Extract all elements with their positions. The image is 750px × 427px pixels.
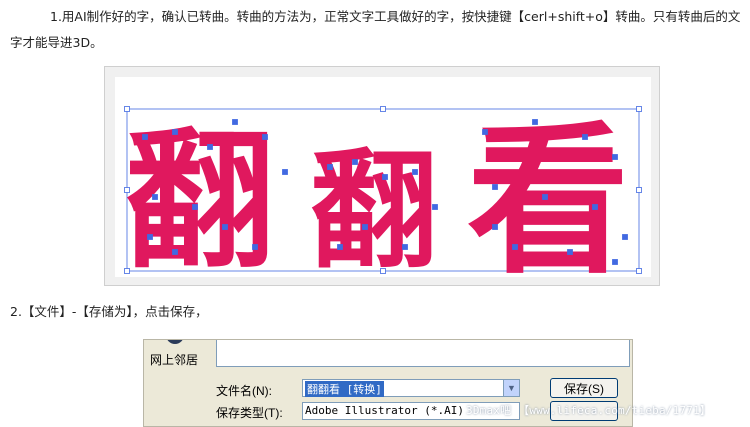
anchor-point: [232, 119, 238, 125]
anchor-point: [380, 106, 386, 112]
anchor-point: [362, 224, 368, 230]
filetype-label: 保存类型(T):: [216, 406, 283, 420]
anchor-point: [636, 268, 642, 274]
anchor-point: [380, 268, 386, 274]
anchor-point: [412, 169, 418, 175]
watermark: 3Dmax吧 【www.lifeca.com/tieba/1771】: [466, 404, 712, 417]
anchor-point: [636, 106, 642, 112]
anchor-point: [192, 204, 198, 210]
anchor-point: [124, 268, 130, 274]
anchor-point: [592, 204, 598, 210]
chevron-down-icon[interactable]: ▼: [503, 380, 519, 396]
anchor-point: [432, 204, 438, 210]
anchor-point: [152, 194, 158, 200]
anchor-point: [567, 249, 573, 255]
anchor-point: [142, 134, 148, 140]
filetype-value: Adobe Illustrator (*.AI): [305, 404, 464, 417]
artwork-screenshot: 翻 翻 看: [104, 66, 660, 286]
save-button[interactable]: 保存(S): [550, 378, 618, 398]
anchor-point: [124, 106, 130, 112]
anchor-point: [492, 224, 498, 230]
step1-text: 1.用AI制作好的字，确认已转曲。转曲的方法为，正常文字工具做好的字，按快捷键【…: [10, 9, 741, 50]
filename-label: 文件名(N):: [216, 384, 272, 398]
anchor-point: [147, 234, 153, 240]
art-char-2: 翻: [310, 137, 438, 277]
anchor-point: [582, 134, 588, 140]
anchor-point: [492, 184, 498, 190]
anchor-point: [382, 174, 388, 180]
anchor-point: [282, 169, 288, 175]
anchor-point: [532, 119, 538, 125]
art-char-3: 看: [467, 108, 629, 277]
places-label: 网上邻居: [150, 353, 199, 367]
file-list-pane[interactable]: [216, 340, 630, 367]
anchor-point: [352, 159, 358, 165]
network-places-icon: [166, 340, 184, 344]
anchor-point: [402, 244, 408, 250]
anchor-point: [337, 244, 343, 250]
artwork-canvas: 翻 翻 看: [115, 77, 651, 277]
anchor-point: [252, 244, 258, 250]
anchor-point: [222, 224, 228, 230]
anchor-point: [262, 134, 268, 140]
anchor-point: [172, 249, 178, 255]
places-item-network[interactable]: 网上邻居: [144, 340, 212, 370]
artwork-svg: 翻 翻 看: [124, 106, 642, 277]
filename-value: 翻翻看 [转换]: [305, 381, 384, 397]
anchor-point: [612, 154, 618, 160]
anchor-point: [124, 187, 130, 193]
anchor-point: [612, 259, 618, 265]
filename-input[interactable]: 翻翻看 [转换] ▼: [302, 379, 520, 397]
anchor-point: [512, 244, 518, 250]
anchor-point: [636, 187, 642, 193]
anchor-point: [482, 129, 488, 135]
anchor-point: [172, 129, 178, 135]
anchor-point: [622, 234, 628, 240]
step2-text: 2.【文件】-【存储为】，点击保存，: [10, 304, 208, 319]
anchor-point: [327, 164, 333, 170]
anchor-point: [542, 194, 548, 200]
anchor-point: [207, 144, 213, 150]
